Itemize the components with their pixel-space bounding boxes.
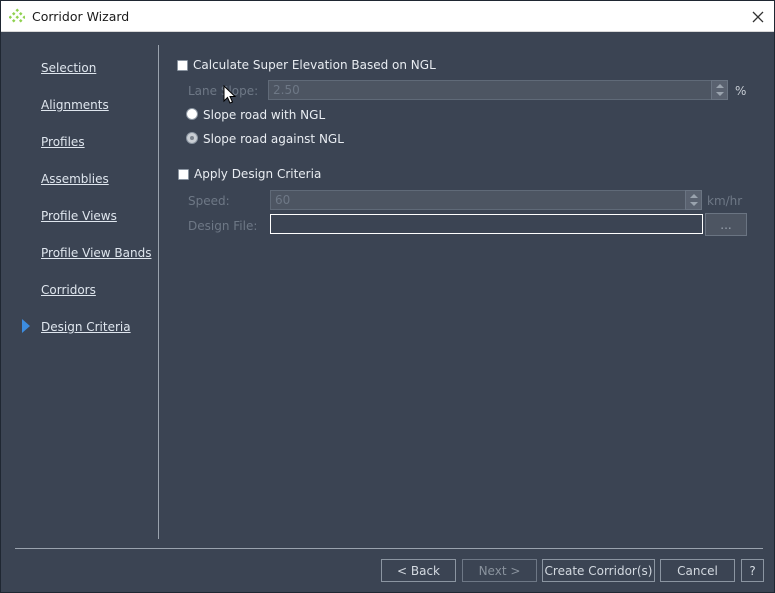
window-title: Corridor Wizard xyxy=(32,9,130,24)
apply-design-criteria-label: Apply Design Criteria xyxy=(194,167,322,181)
super-elevation-label: Calculate Super Elevation Based on NGL xyxy=(193,58,436,72)
footer-divider xyxy=(15,548,763,549)
nav-item-assemblies[interactable]: Assemblies xyxy=(41,172,109,186)
wizard-steps-sidebar: Selection Alignments Profiles Assemblies… xyxy=(1,32,158,540)
slope-with-ngl-radio[interactable] xyxy=(186,108,198,120)
slope-against-ngl-radio[interactable] xyxy=(186,132,198,144)
create-corridors-button[interactable]: Create Corridor(s) xyxy=(542,559,655,582)
nav-item-corridors[interactable]: Corridors xyxy=(41,283,96,297)
speed-unit: km/hr xyxy=(707,194,743,208)
speed-label: Speed: xyxy=(188,194,230,208)
slope-against-ngl-label: Slope road against NGL xyxy=(203,132,344,146)
lane-slope-unit: % xyxy=(735,84,747,98)
next-button[interactable]: Next > xyxy=(462,559,537,582)
apply-design-criteria-checkbox[interactable] xyxy=(178,169,189,180)
nav-item-selection[interactable]: Selection xyxy=(41,61,96,75)
nav-item-profiles[interactable]: Profiles xyxy=(41,135,85,149)
sidebar-divider xyxy=(158,45,159,539)
spin-down-icon xyxy=(716,92,724,96)
help-button[interactable]: ? xyxy=(741,559,764,582)
cancel-button[interactable]: Cancel xyxy=(660,559,735,582)
title-bar: Corridor Wizard xyxy=(1,1,774,32)
app-icon xyxy=(9,8,25,23)
close-icon xyxy=(752,11,764,22)
close-button[interactable] xyxy=(742,1,774,32)
spin-up-icon xyxy=(716,84,724,88)
super-elevation-checkbox[interactable] xyxy=(177,60,188,71)
nav-item-alignments[interactable]: Alignments xyxy=(41,98,109,112)
corridor-wizard-window: Corridor Wizard Selection Alignments Pro… xyxy=(0,0,775,593)
browse-design-file-button[interactable]: ... xyxy=(705,213,747,236)
speed-input[interactable]: 60 xyxy=(270,190,686,210)
slope-with-ngl-label: Slope road with NGL xyxy=(203,108,326,122)
design-file-label: Design File: xyxy=(188,219,258,233)
lane-slope-spinner[interactable] xyxy=(711,80,728,100)
nav-item-profile-views[interactable]: Profile Views xyxy=(41,209,117,223)
nav-item-design-criteria[interactable]: Design Criteria xyxy=(41,320,131,334)
nav-item-profile-view-bands[interactable]: Profile View Bands xyxy=(41,246,151,260)
lane-slope-input[interactable]: 2.50 xyxy=(268,80,712,100)
spin-up-icon xyxy=(690,194,698,198)
spin-down-icon xyxy=(690,202,698,206)
active-step-arrow-icon xyxy=(22,319,30,333)
design-file-input[interactable] xyxy=(270,214,703,234)
speed-spinner[interactable] xyxy=(685,190,702,210)
mouse-cursor-icon xyxy=(223,85,237,104)
back-button[interactable]: < Back xyxy=(381,559,456,582)
